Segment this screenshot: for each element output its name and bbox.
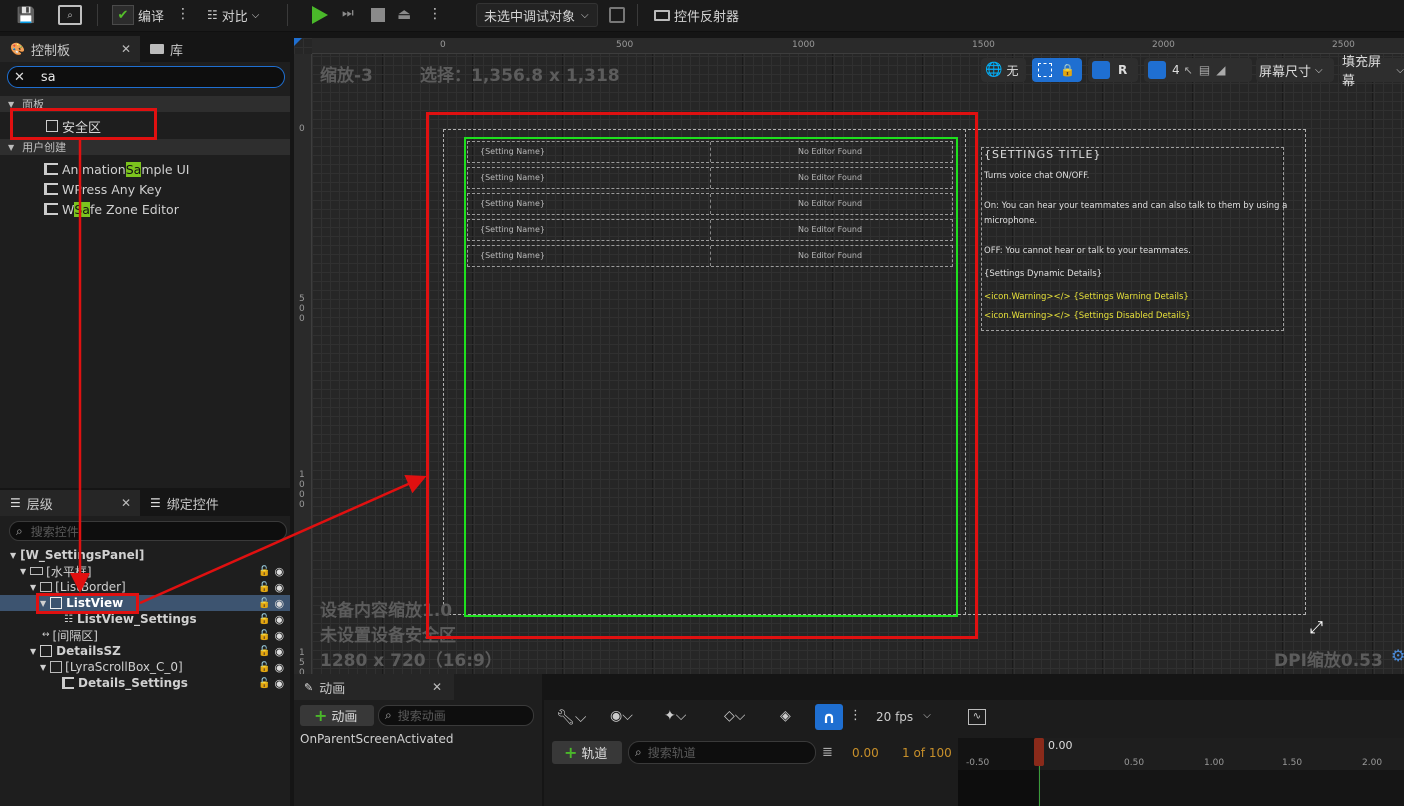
annotation-arrows [70, 140, 427, 605]
annotation-arrow-right [139, 474, 427, 605]
